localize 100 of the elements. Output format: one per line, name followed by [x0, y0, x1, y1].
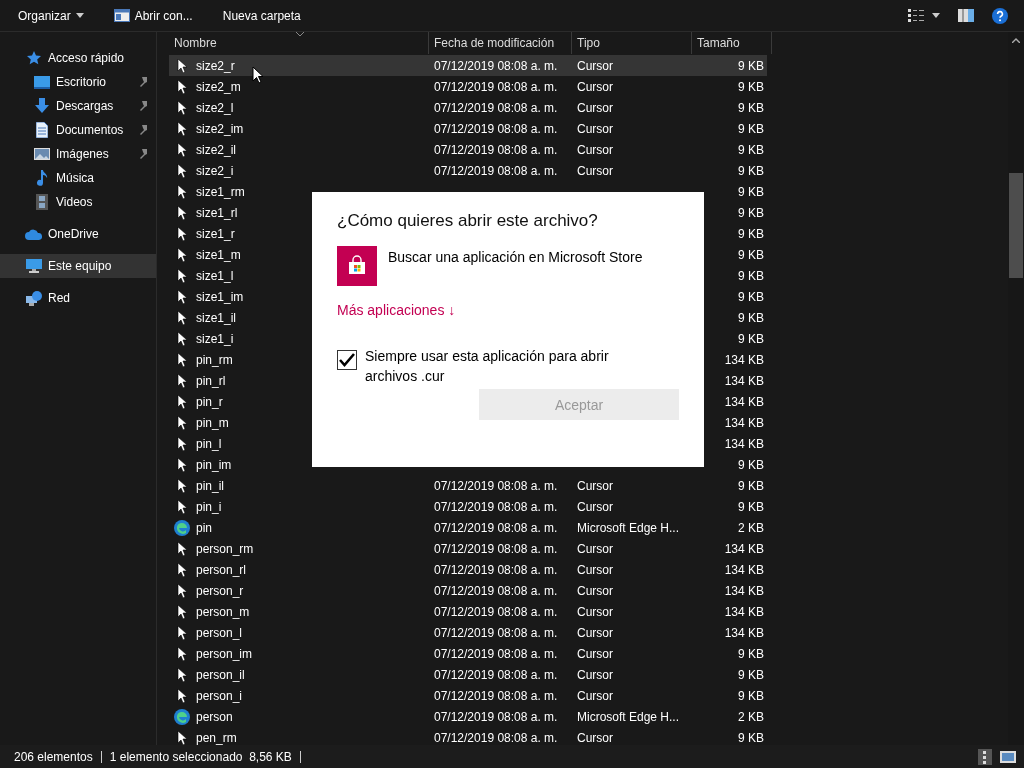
file-type: Cursor — [577, 583, 613, 598]
sidebar-item[interactable]: Documentos — [0, 118, 156, 142]
edge-icon — [174, 708, 190, 725]
file-type: Cursor — [577, 625, 613, 640]
cursor-icon — [177, 457, 187, 472]
help-icon[interactable] — [992, 7, 1008, 24]
file-size: 2 KB — [738, 709, 764, 724]
store-bag-icon[interactable] — [337, 246, 377, 286]
cursor-icon — [177, 163, 187, 178]
scroll-up-icon[interactable] — [1012, 38, 1020, 43]
file-size: 9 KB — [738, 121, 764, 136]
file-size: 9 KB — [738, 58, 764, 73]
file-size: 134 KB — [724, 541, 764, 556]
cursor-icon — [177, 331, 187, 346]
file-size: 134 KB — [724, 583, 764, 598]
sidebar-item[interactable]: Imágenes — [0, 142, 156, 166]
details-view-icon[interactable] — [978, 748, 992, 765]
file-date: 07/12/2019 08:08 a. m. — [434, 541, 558, 556]
pin-icon[interactable] — [138, 77, 148, 87]
film-icon — [36, 194, 48, 210]
file-size: 9 KB — [738, 163, 764, 178]
sidebar-item[interactable]: Videos — [0, 190, 156, 214]
file-size: 9 KB — [738, 310, 764, 325]
file-size: 134 KB — [724, 352, 764, 367]
sidebar-item[interactable]: OneDrive — [0, 222, 156, 246]
file-date: 07/12/2019 08:08 a. m. — [434, 58, 558, 73]
star-icon — [27, 51, 41, 65]
file-name: size1_il — [196, 310, 237, 325]
column-header[interactable]: Nombre — [169, 32, 429, 54]
file-type: Cursor — [577, 730, 613, 745]
more-apps-link[interactable]: Más aplicaciones ↓ — [337, 302, 456, 318]
column-header[interactable]: Tamaño — [692, 32, 772, 54]
cursor-icon — [177, 730, 187, 745]
file-name: person — [196, 709, 233, 724]
file-size: 9 KB — [738, 478, 764, 493]
file-name: pin_m — [196, 415, 229, 430]
file-type: Cursor — [577, 499, 613, 514]
cursor-icon — [177, 352, 187, 367]
pin-icon[interactable] — [138, 125, 148, 135]
file-date: 07/12/2019 08:08 a. m. — [434, 100, 558, 115]
file-type: Cursor — [577, 163, 613, 178]
file-size: 134 KB — [724, 373, 764, 388]
sidebar-item[interactable]: Escritorio — [0, 70, 156, 94]
file-name: size2_m — [196, 79, 241, 94]
cursor-icon — [177, 688, 187, 703]
file-type: Cursor — [577, 121, 613, 136]
window-icon — [113, 9, 130, 22]
file-name: size1_rl — [196, 205, 238, 220]
cursor-icon — [177, 436, 187, 451]
file-name: person_il — [196, 667, 245, 682]
file-size: 9 KB — [738, 457, 764, 472]
column-header[interactable]: Fecha de modificación — [429, 32, 572, 54]
selected-row[interactable]: size2_r 07/12/2019 08:08 a. m. Cursor 9 KB — [169, 55, 767, 76]
file-size: 9 KB — [738, 142, 764, 157]
file-size: 9 KB — [738, 205, 764, 220]
file-name: person_im — [196, 646, 253, 661]
toolbar-button[interactable]: Nueva carpeta — [214, 4, 309, 27]
pin-icon[interactable] — [138, 149, 148, 159]
file-size: 9 KB — [738, 226, 764, 241]
file-type: Microsoft Edge H... — [577, 520, 680, 535]
file-name: size2_l — [196, 100, 234, 115]
file-size: 134 KB — [724, 604, 764, 619]
file-name: person_m — [196, 604, 250, 619]
file-name: person_rl — [196, 562, 247, 577]
file-name: person_rm — [196, 541, 254, 556]
file-name: pen_rm — [196, 730, 237, 745]
toolbar-button[interactable]: Abrir con... — [105, 4, 201, 27]
sidebar-item[interactable]: Acceso rápido — [0, 46, 156, 70]
file-size: 9 KB — [738, 79, 764, 94]
file-date: 07/12/2019 08:08 a. m. — [434, 646, 558, 661]
file-date: 07/12/2019 08:08 a. m. — [434, 520, 558, 535]
pin-icon[interactable] — [138, 101, 148, 111]
store-option[interactable]: Buscar una aplicación en Microsoft Store — [388, 246, 643, 265]
caret-icon[interactable] — [932, 13, 940, 18]
sidebar-item[interactable]: Música — [0, 166, 156, 190]
file-type: Cursor — [577, 667, 613, 682]
checkbox[interactable] — [337, 350, 357, 370]
file-size: 134 KB — [724, 415, 764, 430]
file-name: pin_rm — [196, 352, 233, 367]
caret-icon — [75, 13, 84, 18]
large-icons-view-icon[interactable] — [1000, 750, 1016, 763]
file-size: 9 KB — [738, 100, 764, 115]
cursor-icon — [177, 541, 187, 556]
file-name: person_i — [196, 688, 243, 703]
computer-icon — [26, 259, 42, 273]
item-count: 206 elementos — [14, 749, 93, 764]
toolbar-button[interactable]: Organizar — [10, 4, 92, 27]
cursor-icon — [177, 646, 187, 661]
file-name: size1_m — [196, 247, 241, 262]
file-date: 07/12/2019 08:08 a. m. — [434, 499, 558, 514]
scrollbar-thumb[interactable] — [1009, 173, 1023, 278]
file-type: Cursor — [577, 541, 613, 556]
file-type: Cursor — [577, 58, 613, 73]
image-icon — [34, 148, 50, 160]
details-view-icon[interactable] — [908, 9, 924, 22]
sidebar-item[interactable]: Descargas — [0, 94, 156, 118]
cloud-icon — [25, 228, 43, 240]
sidebar-item[interactable]: Red — [0, 286, 156, 310]
sidebar-item[interactable]: Este equipo — [0, 254, 156, 278]
column-header[interactable]: Tipo — [572, 32, 692, 54]
